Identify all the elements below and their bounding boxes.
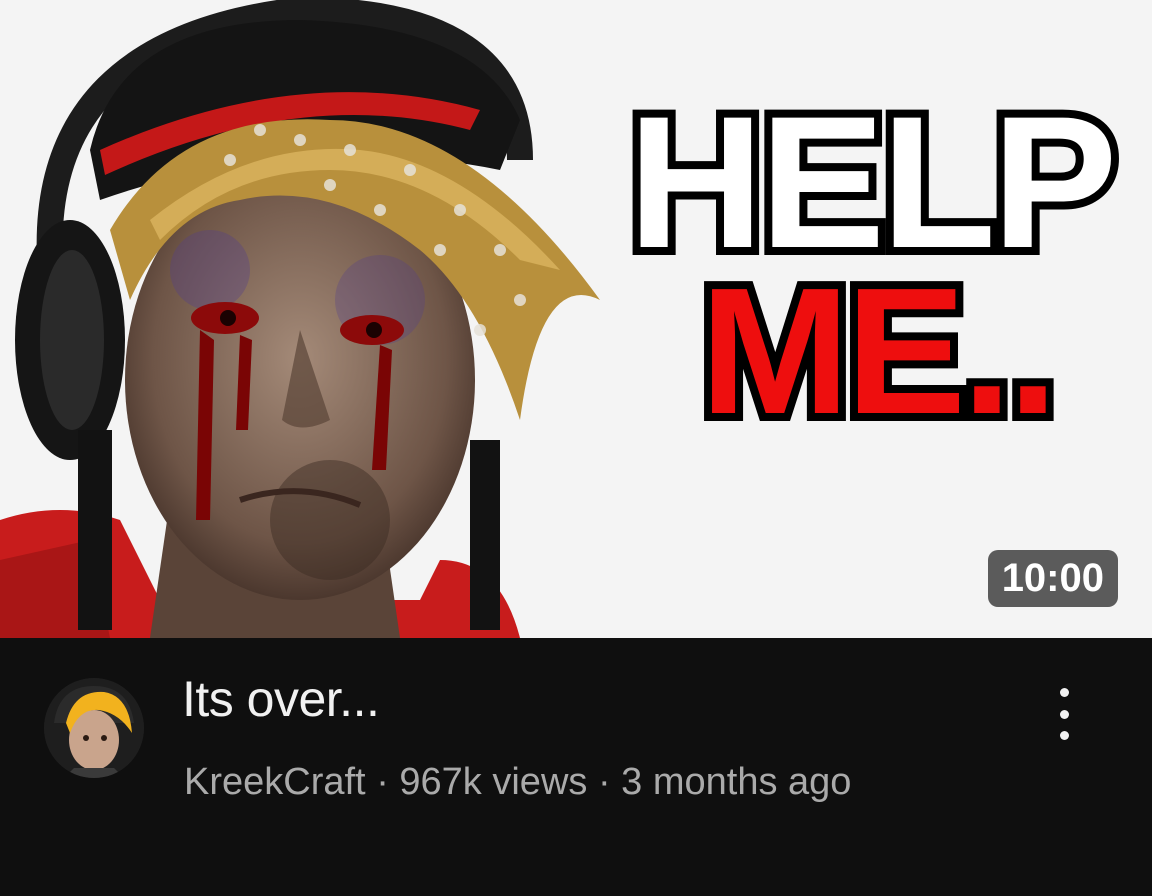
view-count: 967k views bbox=[399, 761, 588, 803]
thumbnail-overlay-help: HELP bbox=[620, 77, 1125, 287]
channel-name[interactable]: KreekCraft bbox=[184, 761, 366, 803]
menu-dot bbox=[1059, 709, 1069, 719]
upload-age: 3 months ago bbox=[621, 761, 852, 803]
more-vert-icon[interactable] bbox=[1042, 682, 1086, 746]
menu-dot bbox=[1059, 731, 1069, 740]
duration-badge: 10:00 bbox=[987, 550, 1118, 607]
video-metadata: KreekCraft · 967k views · 3 months ago bbox=[184, 752, 984, 812]
thumbnail-image bbox=[0, 0, 600, 638]
video-thumbnail[interactable]: HELP ME.. 10:00 bbox=[0, 0, 1152, 638]
channel-avatar[interactable] bbox=[44, 678, 144, 778]
video-title[interactable]: Its over... bbox=[182, 670, 380, 728]
thumbnail-overlay-me: ME.. bbox=[692, 251, 1066, 452]
separator-dot: · bbox=[597, 761, 611, 803]
menu-dot bbox=[1059, 688, 1069, 697]
avatar-image bbox=[44, 678, 144, 778]
separator-dot: · bbox=[376, 761, 389, 803]
